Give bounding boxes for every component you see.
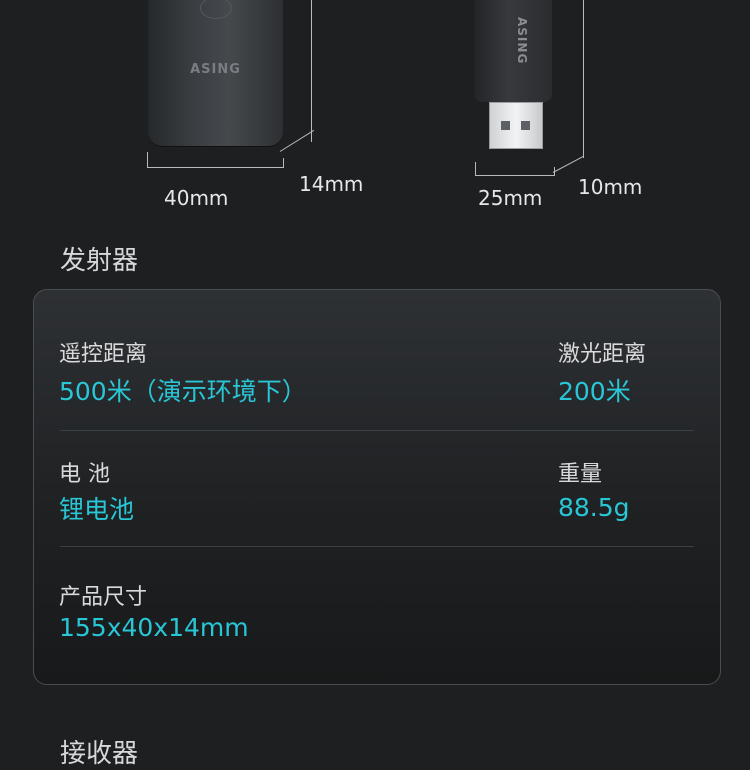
battery-value: 锂电池 [59,495,135,524]
transmitter-depth-line [279,129,315,152]
transmitter-spec-card: 遥控距离 500米（演示环境下） 激光距离 200米 电 池 锂电池 重量 88… [33,289,721,685]
remote-range-value: 500米（演示环境下） [59,377,307,406]
receiver-width-line [475,175,555,176]
receiver-logo: ASING [515,17,529,65]
receiver-depth-label: 10mm [578,175,643,199]
transmitter-section-title: 发射器 [60,246,139,276]
transmitter-logo: ASING [190,62,241,77]
usb-plug-icon [489,102,543,149]
spec-divider [60,430,694,431]
receiver-width-tick-left [475,162,476,175]
laser-window-icon [200,0,232,19]
receiver-width-label: 25mm [478,186,543,210]
laser-range-label: 激光距离 [558,342,647,367]
remote-range-label: 遥控距离 [59,342,148,367]
transmitter-width-line [147,167,284,168]
product-spec-page: ASING ASING 40mm 14mm 25mm 10mm 发射器 遥控距离… [0,0,750,769]
laser-range-value: 200米 [558,377,631,406]
receiver-section-title: 接收器 [60,739,139,769]
spec-divider [60,546,694,547]
transmitter-image: ASING [148,0,283,147]
product-size-value: 155x40x14mm [59,613,249,642]
receiver-depth-tick [583,0,584,158]
transmitter-width-label: 40mm [164,186,229,210]
receiver-depth-line [552,156,584,173]
weight-value: 88.5g [558,493,630,522]
receiver-image: ASING [474,0,552,102]
transmitter-depth-tick [311,0,312,142]
weight-label: 重量 [558,462,603,487]
product-size-label: 产品尺寸 [59,585,148,610]
transmitter-width-tick-right [283,158,284,168]
transmitter-width-tick-left [147,152,148,167]
battery-label: 电 池 [59,462,110,487]
transmitter-depth-label: 14mm [299,172,364,196]
